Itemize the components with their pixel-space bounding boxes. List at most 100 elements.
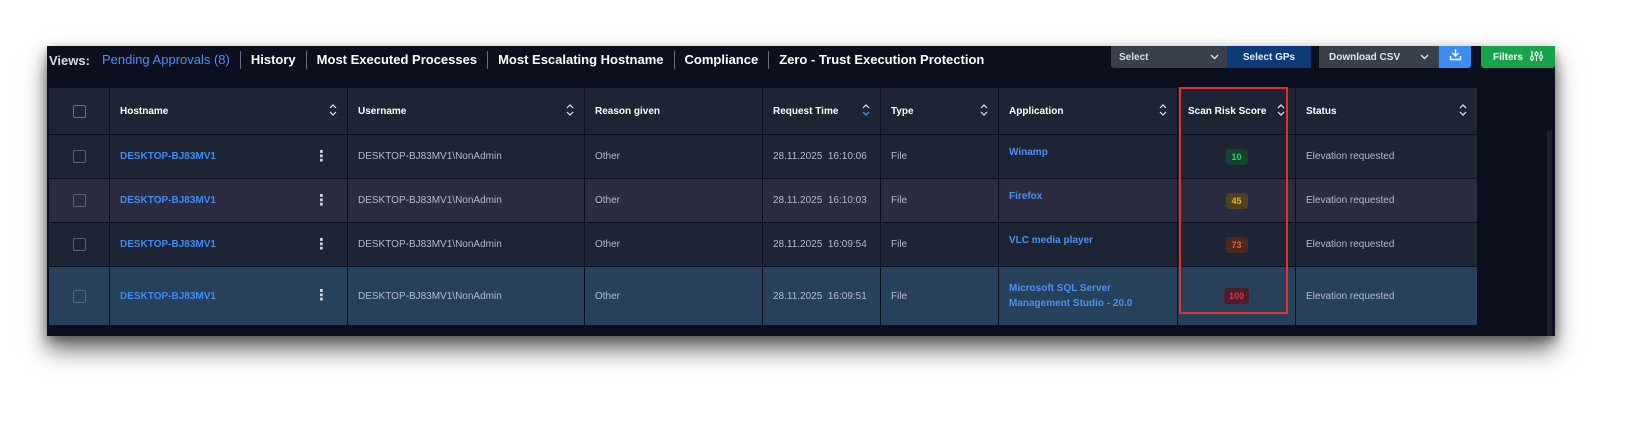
application-cell: Firefox bbox=[998, 179, 1177, 222]
sort-icon bbox=[329, 103, 337, 119]
sort-icon bbox=[566, 103, 574, 119]
hostname-link[interactable]: DESKTOP-BJ83MV1 bbox=[120, 239, 216, 250]
row-checkbox-cell bbox=[49, 135, 109, 178]
header-request-time-label: Request Time bbox=[773, 105, 839, 117]
header-type[interactable]: Type bbox=[880, 88, 998, 134]
row-checkbox-cell bbox=[49, 267, 109, 325]
view-pending-approvals[interactable]: Pending Approvals (8) bbox=[102, 51, 240, 69]
score-cell: 45 bbox=[1177, 179, 1295, 222]
row-checkbox[interactable] bbox=[72, 289, 86, 303]
reason-cell: Other bbox=[584, 267, 762, 325]
header-scan-risk-score[interactable]: Scan Risk Score bbox=[1177, 88, 1295, 134]
row-checkbox-cell bbox=[49, 179, 109, 222]
hostname-link[interactable]: DESKTOP-BJ83MV1 bbox=[120, 291, 216, 302]
type-cell: File bbox=[880, 179, 998, 222]
header-application-label: Application bbox=[1009, 105, 1064, 117]
more-options-icon[interactable]: ⋮ bbox=[314, 149, 329, 164]
username-cell: DESKTOP-BJ83MV1\NonAdmin bbox=[347, 179, 584, 222]
toolbar: Select Select GPs Download CSV Filters bbox=[1111, 46, 1555, 68]
view-compliance[interactable]: Compliance bbox=[673, 51, 769, 69]
hostname-link[interactable]: DESKTOP-BJ83MV1 bbox=[120, 195, 216, 206]
username-cell: DESKTOP-BJ83MV1\NonAdmin bbox=[347, 267, 584, 325]
application-link[interactable]: Winamp bbox=[1009, 145, 1058, 160]
header-request-time[interactable]: Request Time bbox=[762, 88, 880, 134]
select-all-checkbox[interactable] bbox=[72, 104, 86, 118]
table-row[interactable]: DESKTOP-BJ83MV1 ⋮ DESKTOP-BJ83MV1\NonAdmi… bbox=[49, 223, 1549, 267]
status-cell: Elevation requested bbox=[1295, 179, 1477, 222]
reason-cell: Other bbox=[584, 135, 762, 178]
more-options-icon[interactable]: ⋮ bbox=[314, 237, 329, 252]
approvals-table: Hostname Username Reason given Request T… bbox=[49, 88, 1549, 326]
top-bar: Views: Pending Approvals (8) History Mos… bbox=[47, 46, 1555, 88]
score-cell: 10 bbox=[1177, 135, 1295, 178]
chevron-down-icon bbox=[1420, 52, 1429, 63]
type-cell: File bbox=[880, 135, 998, 178]
header-scan-risk-score-label: Scan Risk Score bbox=[1188, 105, 1267, 117]
filters-button[interactable]: Filters bbox=[1481, 46, 1555, 68]
row-checkbox[interactable] bbox=[72, 150, 86, 163]
header-checkbox-cell bbox=[49, 88, 109, 134]
status-cell: Elevation requested bbox=[1295, 135, 1477, 178]
header-reason: Reason given bbox=[584, 88, 762, 134]
more-options-icon[interactable]: ⋮ bbox=[314, 288, 329, 303]
reason-cell: Other bbox=[584, 179, 762, 222]
status-cell: Elevation requested bbox=[1295, 223, 1477, 266]
download-button[interactable] bbox=[1439, 46, 1471, 68]
view-most-escalating-hostname[interactable]: Most Escalating Hostname bbox=[487, 51, 673, 69]
hostname-cell: DESKTOP-BJ83MV1 ⋮ bbox=[109, 223, 347, 266]
sort-icon bbox=[1159, 103, 1167, 119]
row-checkbox[interactable] bbox=[72, 238, 86, 251]
download-icon bbox=[1449, 48, 1462, 66]
view-zero-trust[interactable]: Zero - Trust Execution Protection bbox=[768, 51, 994, 69]
risk-score-badge: 10 bbox=[1225, 148, 1248, 165]
app-window: Views: Pending Approvals (8) History Mos… bbox=[47, 46, 1555, 336]
sort-icon bbox=[1277, 103, 1285, 119]
reason-cell: Other bbox=[584, 223, 762, 266]
type-cell: File bbox=[880, 223, 998, 266]
more-options-icon[interactable]: ⋮ bbox=[314, 193, 329, 208]
header-status-label: Status bbox=[1306, 105, 1337, 117]
row-checkbox[interactable] bbox=[72, 194, 86, 207]
header-hostname-label: Hostname bbox=[120, 105, 169, 117]
views-label: Views: bbox=[49, 52, 90, 68]
select-gps-button[interactable]: Select GPs bbox=[1227, 46, 1311, 68]
filters-label: Filters bbox=[1492, 51, 1523, 63]
row-checkbox-cell bbox=[49, 223, 109, 266]
application-link[interactable]: Microsoft SQL Server Management Studio -… bbox=[1009, 281, 1177, 311]
request-time-cell: 28.11.2025 16:10:06 bbox=[762, 135, 880, 178]
download-csv-label: Download CSV bbox=[1329, 51, 1401, 63]
download-csv-select[interactable]: Download CSV bbox=[1311, 46, 1439, 68]
request-time-cell: 28.11.2025 16:09:51 bbox=[762, 267, 880, 325]
table-row[interactable]: DESKTOP-BJ83MV1 ⋮ DESKTOP-BJ83MV1\NonAdmi… bbox=[49, 179, 1549, 223]
username-cell: DESKTOP-BJ83MV1\NonAdmin bbox=[347, 223, 584, 266]
vertical-scrollbar[interactable] bbox=[1547, 130, 1552, 336]
header-hostname[interactable]: Hostname bbox=[109, 88, 347, 134]
header-reason-label: Reason given bbox=[595, 105, 661, 117]
table-row[interactable]: DESKTOP-BJ83MV1 ⋮ DESKTOP-BJ83MV1\NonAdmi… bbox=[49, 135, 1549, 179]
request-time-cell: 28.11.2025 16:09:54 bbox=[762, 223, 880, 266]
application-link[interactable]: VLC media player bbox=[1009, 233, 1103, 248]
header-username[interactable]: Username bbox=[347, 88, 584, 134]
sort-icon bbox=[1459, 103, 1467, 119]
type-cell: File bbox=[880, 267, 998, 325]
header-status[interactable]: Status bbox=[1295, 88, 1477, 134]
status-cell: Elevation requested bbox=[1295, 267, 1477, 325]
hostname-link[interactable]: DESKTOP-BJ83MV1 bbox=[120, 151, 216, 162]
views-nav: Views: Pending Approvals (8) History Mos… bbox=[49, 49, 994, 71]
table-row[interactable]: DESKTOP-BJ83MV1 ⋮ DESKTOP-BJ83MV1\NonAdmi… bbox=[49, 267, 1549, 326]
header-username-label: Username bbox=[358, 105, 407, 117]
score-cell: 100 bbox=[1177, 267, 1295, 325]
view-history[interactable]: History bbox=[239, 51, 306, 69]
score-cell: 73 bbox=[1177, 223, 1295, 266]
sort-descending-icon bbox=[862, 103, 870, 119]
application-cell: Microsoft SQL Server Management Studio -… bbox=[998, 267, 1177, 325]
application-link[interactable]: Firefox bbox=[1009, 189, 1052, 204]
sliders-icon bbox=[1529, 50, 1544, 65]
request-time-cell: 28.11.2025 16:10:03 bbox=[762, 179, 880, 222]
risk-score-badge: 100 bbox=[1223, 288, 1250, 304]
header-application[interactable]: Application bbox=[998, 88, 1177, 134]
gp-select[interactable]: Select bbox=[1111, 46, 1227, 68]
application-cell: VLC media player bbox=[998, 223, 1177, 266]
chevron-down-icon bbox=[1210, 52, 1219, 63]
view-most-executed-processes[interactable]: Most Executed Processes bbox=[305, 51, 487, 69]
